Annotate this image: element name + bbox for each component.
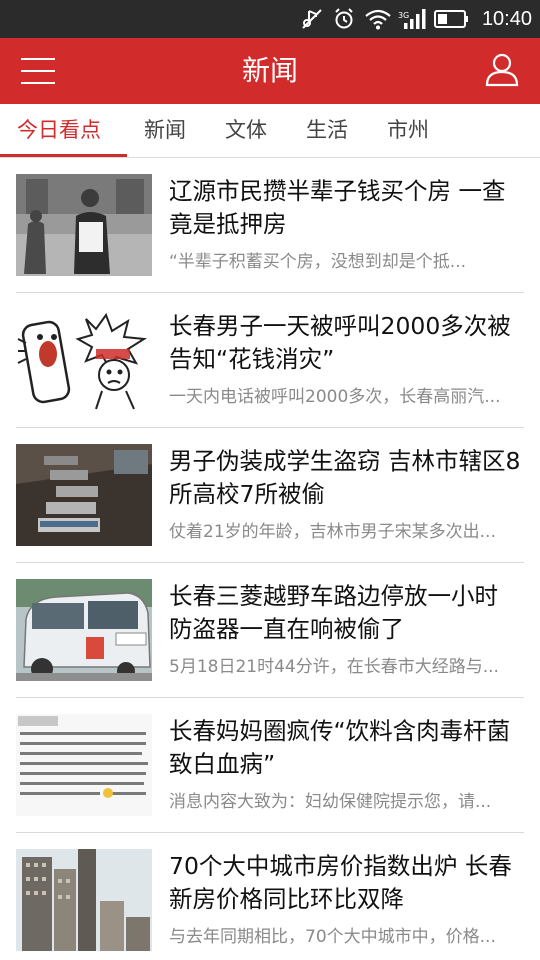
news-thumbnail — [16, 849, 152, 951]
news-item[interactable]: 辽源市民攒半辈子钱买个房 一查竟是抵押房 “半辈子积蓄买个房，没想到却是个抵..… — [16, 158, 524, 293]
tab-today[interactable]: 今日看点 — [17, 104, 101, 158]
news-item[interactable]: 70个大中城市房价指数出炉 长春新房价格同比环比双降 与去年同期相比，70个大中… — [16, 833, 524, 960]
tab-indicator — [0, 154, 127, 157]
news-title[interactable]: 长春男子一天被呼叫2000多次被告知“花钱消灾” — [169, 310, 521, 376]
status-bar: 3G 10:40 — [0, 0, 540, 38]
network-type: 3G — [397, 11, 410, 20]
battery-icon — [433, 8, 470, 30]
news-item[interactable]: 长春妈妈圈疯传“饮料含肉毒杆菌致白血病” 消息内容大致为：妇幼保健院提示您，请.… — [16, 698, 524, 833]
news-thumbnail — [16, 579, 152, 681]
news-item[interactable]: 长春三菱越野车路边停放一小时防盗器一直在响被偷了 5月18日21时44分许，在长… — [16, 563, 524, 698]
app-bar: 新闻 — [0, 38, 540, 104]
news-item[interactable]: 长春男子一天被呼叫2000多次被告知“花钱消灾” 一天内电话被呼叫2000多次，… — [16, 293, 524, 428]
mute-icon — [300, 7, 324, 31]
news-title[interactable]: 70个大中城市房价指数出炉 长春新房价格同比环比双降 — [169, 850, 521, 916]
tab-news[interactable]: 新闻 — [144, 104, 186, 158]
alarm-icon — [332, 7, 356, 31]
news-summary: 消息内容大致为：妇幼保健院提示您，请... — [169, 792, 492, 812]
category-tabs: 今日看点 新闻 文体 生活 市州 — [0, 104, 540, 158]
news-title[interactable]: 辽源市民攒半辈子钱买个房 一查竟是抵押房 — [169, 175, 521, 241]
news-title[interactable]: 长春妈妈圈疯传“饮料含肉毒杆菌致白血病” — [169, 715, 521, 781]
tab-sports-culture[interactable]: 文体 — [225, 104, 267, 158]
tab-life[interactable]: 生活 — [306, 104, 348, 158]
news-summary: 一天内电话被呼叫2000多次，长春高丽汽... — [169, 387, 501, 407]
user-icon[interactable] — [482, 50, 522, 90]
news-title[interactable]: 长春三菱越野车路边停放一小时防盗器一直在响被偷了 — [169, 580, 521, 646]
news-item[interactable]: 男子伪装成学生盗窃 吉林市辖区8所高校7所被偷 仗着21岁的年龄，吉林市男子宋某… — [16, 428, 524, 563]
news-thumbnail — [16, 714, 152, 816]
news-summary: 仗着21岁的年龄，吉林市男子宋某多次出... — [169, 522, 496, 542]
news-summary: 5月18日21时44分许，在长春市大经路与... — [169, 657, 499, 677]
clock: 10:40 — [481, 7, 532, 30]
news-list: 辽源市民攒半辈子钱买个房 一查竟是抵押房 “半辈子积蓄买个房，没想到却是个抵..… — [16, 158, 524, 960]
news-summary: “半辈子积蓄买个房，没想到却是个抵... — [169, 252, 467, 272]
news-title[interactable]: 男子伪装成学生盗窃 吉林市辖区8所高校7所被偷 — [169, 445, 521, 511]
news-thumbnail — [16, 444, 152, 546]
news-summary: 与去年同期相比，70个大中城市中，价格... — [169, 927, 496, 947]
signal-icon: 3G — [397, 7, 426, 31]
wifi-icon — [364, 7, 392, 31]
news-thumbnail — [16, 174, 152, 276]
page-title: 新闻 — [241, 54, 298, 87]
news-thumbnail — [16, 309, 152, 411]
tab-cities[interactable]: 市州 — [387, 104, 429, 158]
